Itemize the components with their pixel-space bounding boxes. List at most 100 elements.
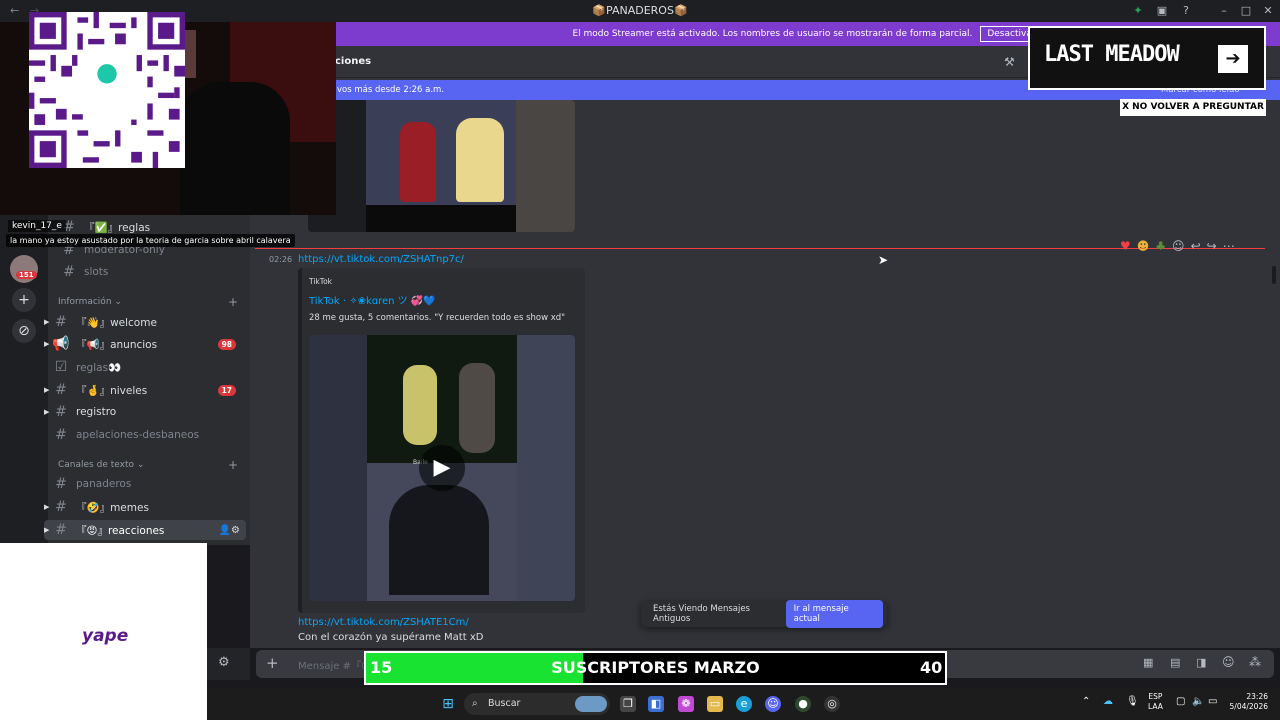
dont-ask-again-button[interactable]: X NO VOLVER A PREGUNTAR xyxy=(1120,99,1266,116)
store-icon[interactable]: ◧ xyxy=(648,696,664,712)
threads-icon[interactable]: ⚒ xyxy=(1004,55,1015,69)
user-settings-gear-icon[interactable]: ⚙ xyxy=(218,655,230,670)
lang-code: ESP xyxy=(1148,692,1163,701)
channel-header-title: ciones xyxy=(335,56,372,67)
search-icon: ⌕ xyxy=(472,698,478,709)
nitro-leaf-icon[interactable]: ✦ xyxy=(1130,3,1146,19)
subscriber-current: 15 xyxy=(370,658,393,677)
channel-reacciones[interactable]: ▶ # 『😡』reacciones 👤⚙ xyxy=(44,520,246,540)
video-figure-yellow xyxy=(456,118,504,202)
edge-icon[interactable]: e xyxy=(736,696,752,712)
app-icon[interactable]: ● xyxy=(795,696,811,712)
game-title: LAST MEADOW xyxy=(1044,42,1180,67)
collapse-arrow-icon: ▶ xyxy=(44,526,50,534)
taskbar-clock[interactable]: 23:26 5/04/2026 xyxy=(1228,692,1268,712)
channel-apelaciones[interactable]: # apelaciones-desbaneos xyxy=(44,425,246,445)
reply-icon[interactable]: ↩ xyxy=(1191,239,1201,253)
channel-reglas[interactable]: ☑ reglas👀 xyxy=(44,357,246,377)
tray-chevron-icon[interactable]: ⌃ xyxy=(1082,696,1090,707)
file-explorer-icon[interactable]: ▭ xyxy=(707,696,723,712)
category-label: Canales de texto xyxy=(58,460,134,470)
collapse-arrow-icon: ▶ xyxy=(44,503,50,511)
channel-welcome[interactable]: ▶ # 『👋』welcome xyxy=(44,312,246,332)
help-icon[interactable]: ? xyxy=(1178,3,1194,19)
rules-icon: ☑ xyxy=(54,359,68,375)
category-canales-texto[interactable]: Canales de texto ⌄ xyxy=(58,460,144,470)
heart-reaction-icon[interactable]: ♥ xyxy=(1120,239,1131,253)
channel-registro[interactable]: ▶ # registro xyxy=(44,402,246,422)
new-messages-divider xyxy=(255,248,1265,249)
stream-chat-user: kevin_17_e xyxy=(8,220,66,232)
forward-icon[interactable]: ↪ xyxy=(1207,239,1217,253)
channel-label: 『🤞』niveles xyxy=(76,384,148,397)
gif-icon[interactable]: ▤ xyxy=(1170,656,1180,669)
hash-icon: # xyxy=(55,404,67,420)
network-icon[interactable]: ▢ xyxy=(1176,696,1185,707)
message-hover-toolbar: ♥ ☻ ♣ ☺ ↩ ↪ ⋯ xyxy=(1120,236,1260,256)
task-view-icon[interactable]: ❐ xyxy=(620,696,636,712)
collapse-arrow-icon: ▶ xyxy=(44,386,50,394)
hash-icon: # xyxy=(55,382,67,398)
obs-icon[interactable]: ◎ xyxy=(824,696,840,712)
subscriber-goal-title: SUSCRIPTORES MARZO xyxy=(551,658,760,677)
copilot-icon[interactable]: ❁ xyxy=(678,696,694,712)
yape-logo-text: yape xyxy=(82,626,129,646)
add-channel-icon[interactable]: + xyxy=(228,458,1268,472)
lang-layout: LAA xyxy=(1148,702,1163,711)
chat-scrollbar[interactable] xyxy=(1272,266,1276,284)
custom-reaction-icon[interactable]: ♣ xyxy=(1155,239,1166,253)
add-channel-icon[interactable]: + xyxy=(228,295,1268,309)
emoji-reaction-icon[interactable]: ☻ xyxy=(1137,239,1150,253)
category-label: Información xyxy=(58,297,112,307)
minimize-icon[interactable]: – xyxy=(1216,3,1232,19)
channel-label: 『✅』reglas xyxy=(84,221,151,234)
channel-slots[interactable]: # slots xyxy=(52,262,246,282)
message-timestamp: 02:26 xyxy=(269,255,293,264)
old-messages-toast: Estás Viendo Mensajes Antiguos Ir al men… xyxy=(641,600,887,628)
tiktok-link[interactable]: https://vt.tiktok.com/ZSHATnp7c/ xyxy=(298,254,464,265)
video-thumbnail[interactable] xyxy=(308,100,575,232)
microphone-icon[interactable]: 🎙 xyxy=(1126,696,1139,707)
close-icon[interactable]: ✕ xyxy=(1260,3,1276,19)
channel-label: 『👋』welcome xyxy=(76,316,157,329)
battery-icon[interactable]: ▭ xyxy=(1208,696,1217,707)
onedrive-icon[interactable]: ☁ xyxy=(1103,696,1113,707)
tiktok-link-2[interactable]: https://vt.tiktok.com/ZSHATE1Cm/ xyxy=(298,617,469,628)
message-text: Con el corazón ya supérame Matt xD xyxy=(298,632,484,643)
channel-panaderos[interactable]: # panaderos xyxy=(44,474,246,494)
megaphone-icon: 📢 xyxy=(52,336,70,352)
windows-start-icon[interactable]: ⊞ xyxy=(440,696,456,712)
hash-icon: # xyxy=(55,314,67,330)
channel-anuncios[interactable]: ▶ 📢 『📢』anuncios 98 xyxy=(44,334,246,354)
channel-settings-icon[interactable]: 👤⚙ xyxy=(219,525,240,536)
maximize-icon[interactable]: □ xyxy=(1238,3,1254,19)
attach-plus-icon[interactable]: + xyxy=(266,654,279,672)
old-messages-text: Estás Viendo Mensajes Antiguos xyxy=(653,604,750,624)
hash-icon: # xyxy=(55,522,67,538)
category-informacion[interactable]: Información ⌄ xyxy=(58,297,122,307)
arrow-right-icon[interactable]: ➔ xyxy=(1218,45,1248,73)
channel-memes[interactable]: ▶ # 『🤣』memes xyxy=(44,497,246,517)
volume-icon[interactable]: 🔈 xyxy=(1192,696,1204,707)
inbox-icon[interactable]: ▣ xyxy=(1154,3,1170,19)
channel-label: reglas👀 xyxy=(76,361,122,374)
channel-label: panaderos xyxy=(76,478,132,490)
gift-icon[interactable]: ▦ xyxy=(1143,656,1153,669)
yape-qr-code xyxy=(29,12,185,168)
keyboard-language[interactable]: ESP LAA xyxy=(1148,692,1163,712)
jump-to-present-button[interactable]: Ir al mensaje actual xyxy=(785,600,883,628)
emoji-icon[interactable]: ☺ xyxy=(1222,655,1235,669)
more-options-icon[interactable]: ⋯ xyxy=(1223,239,1235,253)
discord-icon[interactable]: ☺ xyxy=(765,696,781,712)
collapse-arrow-icon: ▶ xyxy=(44,408,50,416)
add-reaction-icon[interactable]: ☺ xyxy=(1172,239,1185,253)
hash-icon: # xyxy=(55,499,67,515)
explore-icon[interactable]: ⊘ xyxy=(12,319,36,343)
apps-icon[interactable]: ⁂ xyxy=(1249,655,1261,669)
add-server-icon[interactable]: + xyxy=(12,288,36,312)
channel-label: slots xyxy=(84,266,109,278)
server-badge: 151 xyxy=(16,271,37,279)
channel-label: 『📢』anuncios xyxy=(76,338,158,351)
sticker-icon[interactable]: ◨ xyxy=(1196,656,1206,669)
channel-niveles[interactable]: ▶ # 『🤞』niveles 17 xyxy=(44,380,246,400)
